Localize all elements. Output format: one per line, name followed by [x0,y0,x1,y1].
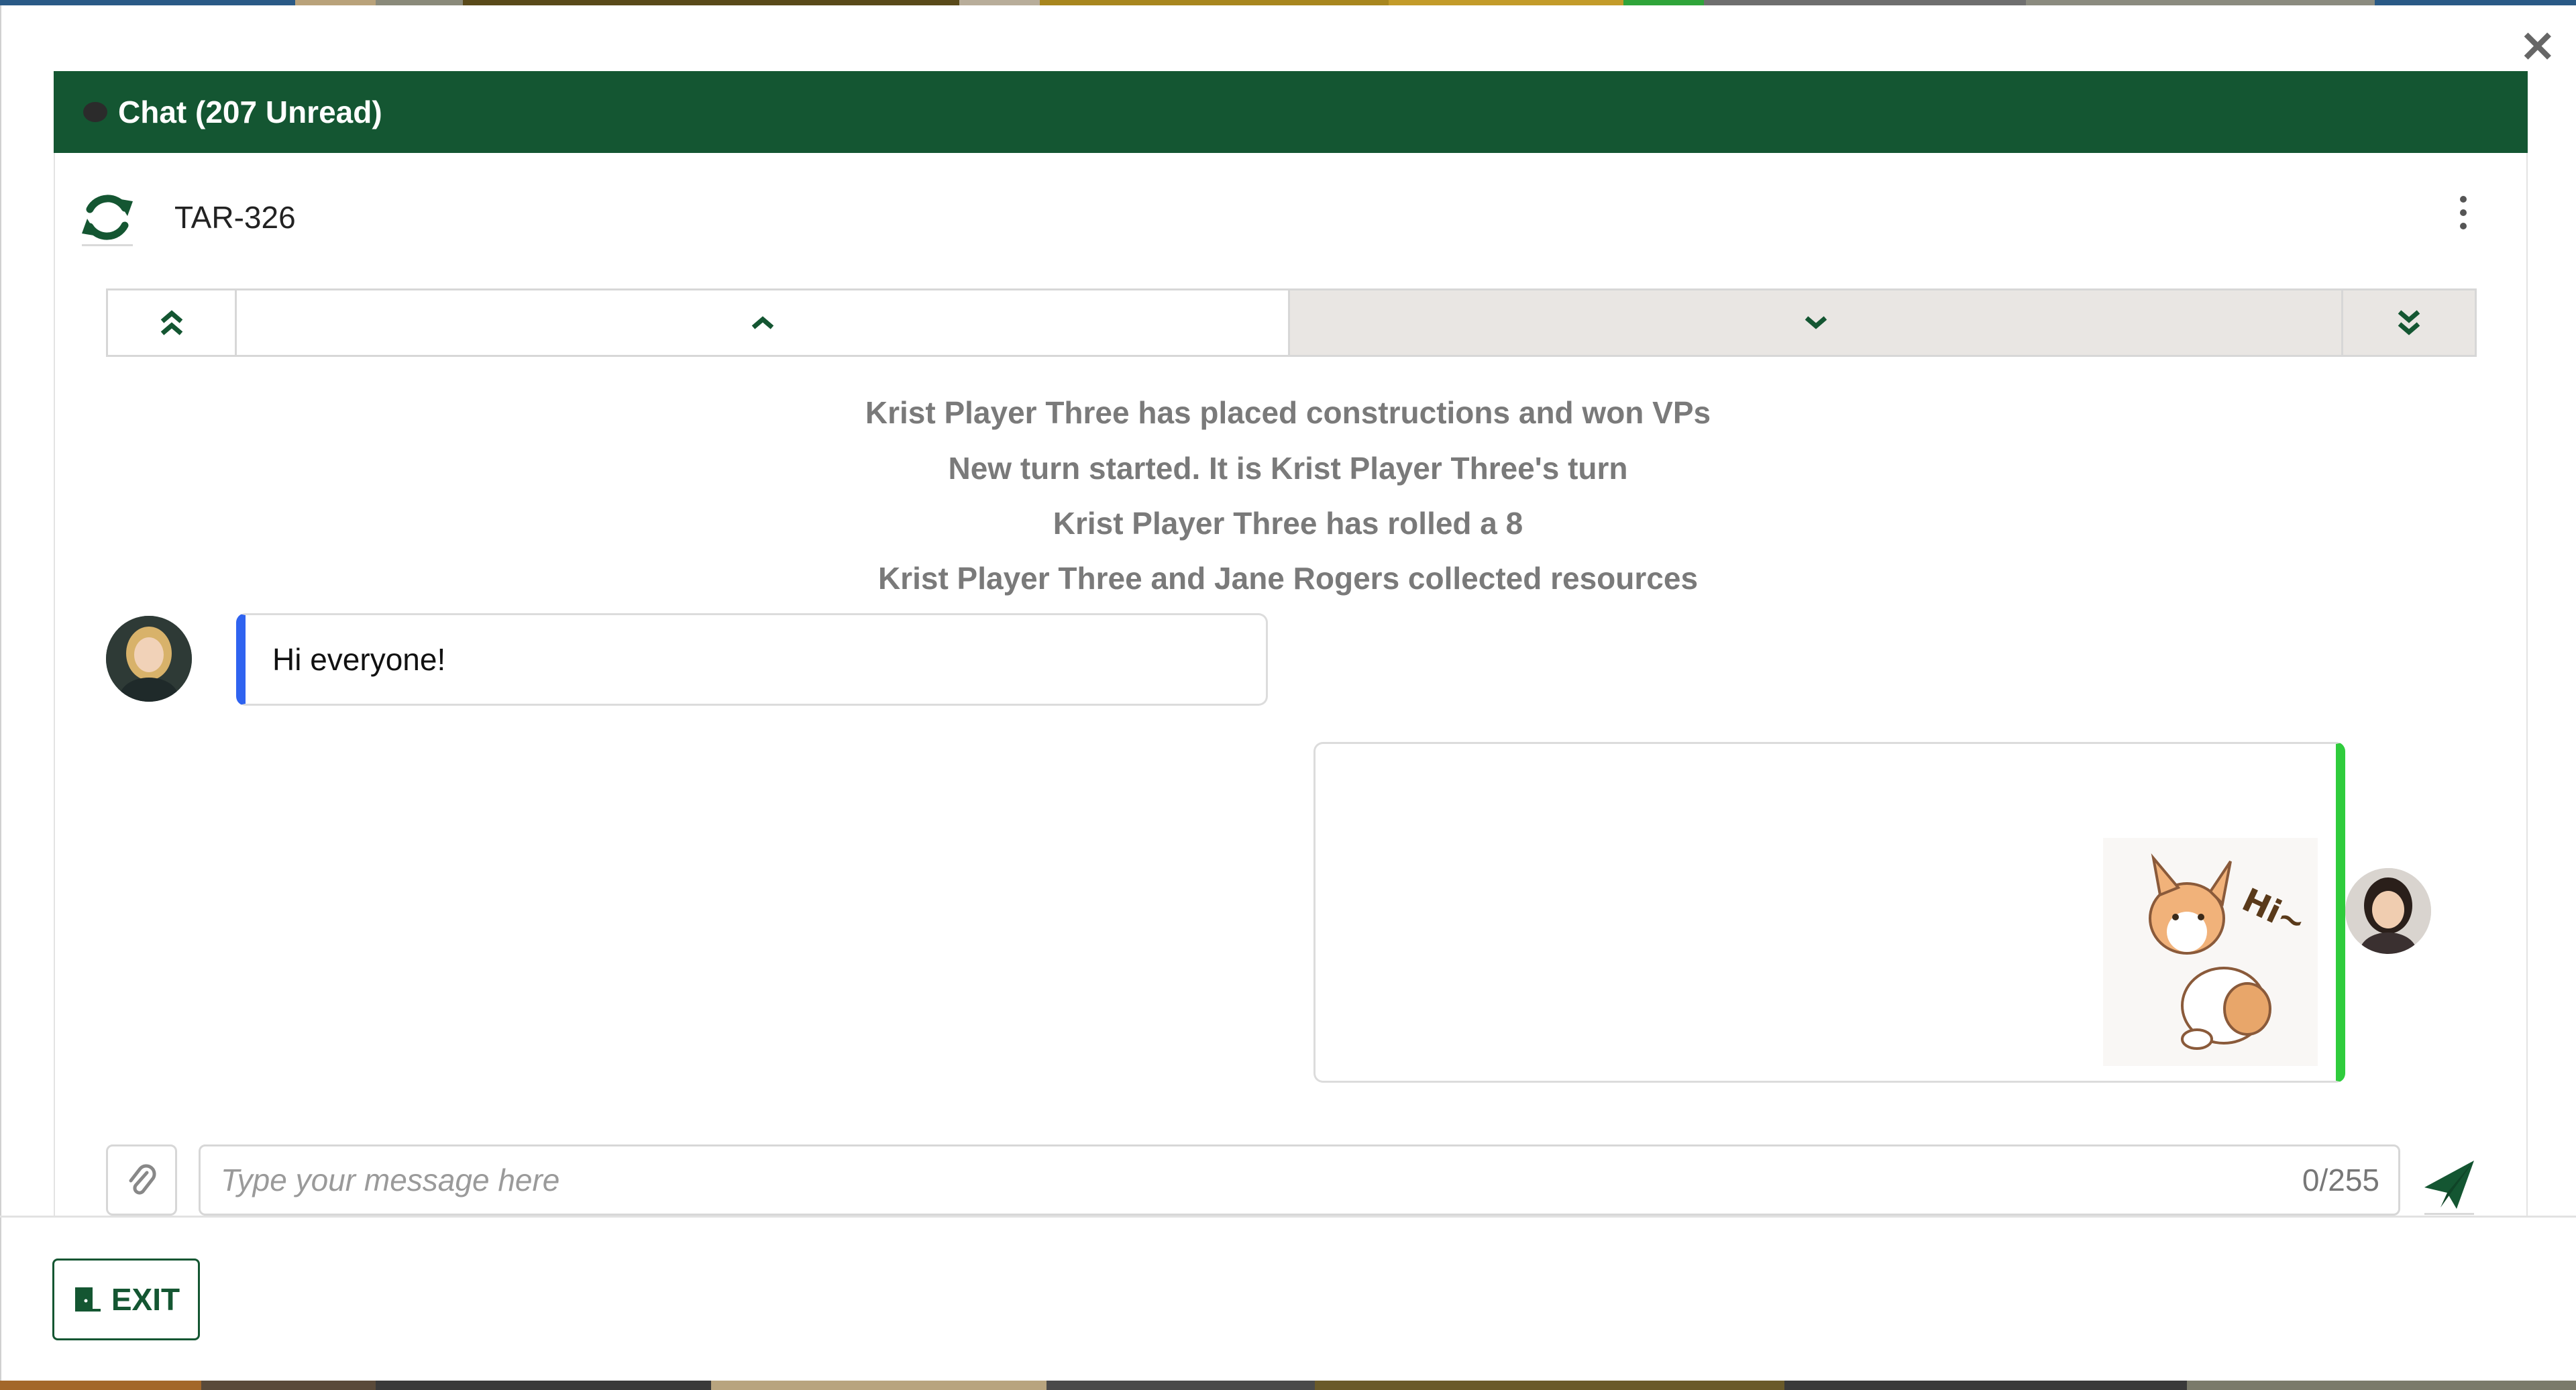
close-icon[interactable]: ✕ [2520,25,2556,68]
chat-message-incoming: Hi everyone! [236,613,1268,706]
door-exit-icon [74,1287,101,1312]
system-message: Krist Player Three has placed constructi… [865,395,1711,430]
previous-page-button[interactable] [237,290,1290,355]
exit-label: EXIT [111,1282,180,1317]
refresh-icon[interactable] [79,188,136,248]
background-strip-top [0,0,2576,5]
background-strip-bottom [0,1381,2576,1390]
system-message: Krist Player Three and Jane Rogers colle… [877,561,1699,596]
chat-header-title: Chat (207 Unread) [118,95,382,129]
chevron-down-icon [1805,316,1827,329]
exit-button[interactable]: EXIT [52,1259,200,1340]
avatar [2345,868,2431,954]
message-text: Hi everyone! [272,642,446,677]
attach-button[interactable] [106,1144,177,1216]
double-chevron-down-icon [2398,310,2420,335]
next-page-button[interactable] [1290,290,2343,355]
chevron-up-icon [751,316,773,329]
more-vertical-icon[interactable] [2455,196,2471,229]
room-name: TAR-326 [174,200,296,235]
send-icon[interactable] [2422,1155,2477,1216]
chat-header: Chat (207 Unread) [54,71,2528,153]
chat-message-outgoing: Hi~ [1313,742,2345,1083]
message-input-box[interactable]: 0/255 [199,1144,2400,1216]
message-pager [106,288,2477,357]
character-counter: 0/255 [2302,1163,2379,1197]
avatar [106,616,192,702]
footer-divider [0,1216,2576,1218]
system-message: Krist Player Three has rolled a 8 [1053,506,1523,541]
system-message: New turn started. It is Krist Player Thr… [948,451,1628,486]
paperclip-icon [129,1164,156,1195]
double-chevron-up-icon [160,310,182,335]
chat-bubble-icon [83,102,107,122]
corgi-sticker: Hi~ [2103,838,2318,1066]
message-input[interactable] [219,1161,2302,1199]
last-page-button[interactable] [2343,290,2475,355]
first-page-button[interactable] [108,290,237,355]
